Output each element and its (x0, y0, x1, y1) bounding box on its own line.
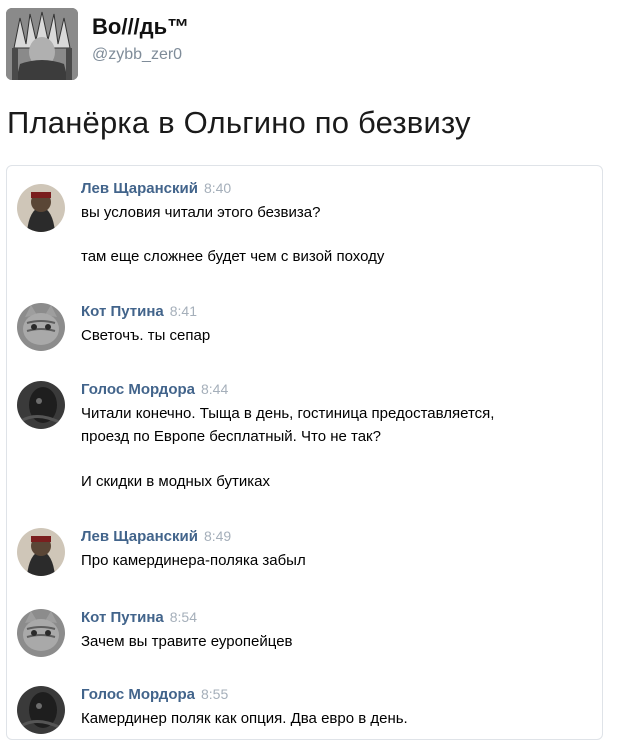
timestamp: 8:41 (169, 303, 197, 319)
message-meta: Лев Щаранский 8:49 (81, 528, 231, 546)
username[interactable]: Лев Щаранский (81, 528, 198, 545)
avatar[interactable] (17, 609, 65, 657)
message-text: там еще сложнее будет чем с визой походу (81, 248, 385, 265)
timestamp: 8:44 (201, 381, 229, 397)
message-meta: Лев Щаранский 8:40 (81, 180, 231, 198)
username[interactable]: Кот Путина (81, 303, 164, 320)
username[interactable]: Голос Мордора (81, 686, 195, 703)
message-text: Про камердинера-поляка забыл (81, 552, 306, 569)
avatar[interactable] (17, 381, 65, 429)
username[interactable]: Лев Щаранский (81, 180, 198, 197)
user-avatar-image (17, 184, 65, 232)
message-meta: Кот Путина 8:41 (81, 303, 197, 321)
message-text: И скидки в модных бутиках (81, 473, 270, 490)
user-avatar-image (17, 686, 65, 734)
username[interactable]: Кот Путина (81, 609, 164, 626)
timestamp: 8:54 (169, 609, 197, 625)
timestamp: 8:40 (203, 180, 232, 196)
message-text: проезд по Европе бесплатный. Что не так? (81, 428, 381, 445)
author-avatar-image (6, 8, 78, 80)
message-meta: Голос Мордора 8:44 (81, 381, 228, 399)
cat-avatar-image (17, 303, 65, 351)
message-text: Камердинер поляк как опция. Два евро в д… (81, 710, 408, 727)
message-text: Читали конечно. Тыща в день, гостиница п… (81, 405, 495, 422)
message-meta: Голос Мордора 8:55 (81, 686, 228, 704)
timestamp: 8:55 (201, 686, 229, 702)
chat-screenshot: Лев Щаранский 8:40 вы условия читали этог… (6, 165, 603, 740)
message-meta: Кот Путина 8:54 (81, 609, 197, 627)
user-avatar-image (17, 528, 65, 576)
avatar[interactable] (17, 303, 65, 351)
timestamp: 8:49 (203, 528, 232, 544)
message-text: Зачем вы травите еуропейцев (81, 633, 293, 650)
avatar[interactable] (17, 184, 65, 232)
message-text: вы условия читали этого безвиза? (81, 204, 321, 221)
avatar[interactable] (17, 686, 65, 734)
user-avatar-image (17, 381, 65, 429)
author-handle[interactable]: @zybb_zer0 (92, 46, 182, 64)
cat-avatar-image (17, 609, 65, 657)
avatar[interactable] (17, 528, 65, 576)
username[interactable]: Голос Мордора (81, 381, 195, 398)
tweet-header: Во///дь™ @zybb_zer0 (0, 0, 620, 90)
message-text: Светочъ. ты сепар (81, 327, 211, 344)
author-avatar[interactable] (6, 8, 78, 80)
author-name[interactable]: Во///дь™ (92, 14, 189, 40)
tweet-text: Планёрка в Ольгино по безвизу (7, 105, 471, 140)
